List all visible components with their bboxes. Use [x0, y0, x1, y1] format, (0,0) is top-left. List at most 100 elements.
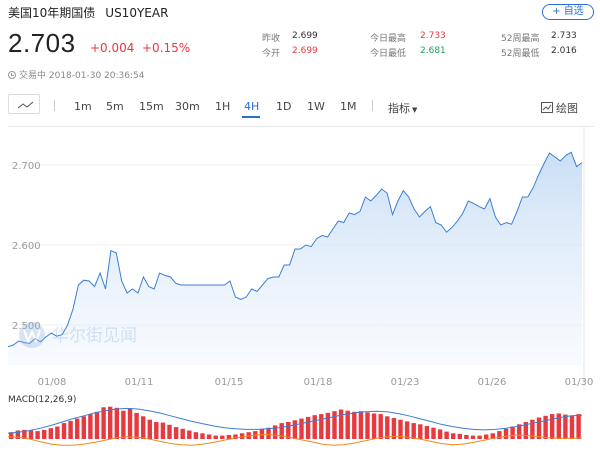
macd-bar [180, 428, 185, 439]
macd-bar [378, 414, 383, 439]
macd-bar [345, 410, 350, 439]
indicator-dropdown[interactable]: 指标 ▼ [388, 100, 417, 116]
macd-bar [160, 422, 166, 439]
x-tick-label: 01/18 [304, 377, 333, 388]
x-tick-label: 01/30 [565, 377, 594, 388]
macd-bar [259, 429, 265, 439]
macd-bar [206, 434, 212, 439]
toolbar-divider [54, 100, 55, 111]
watermark-text: 华尔街见闻 [52, 326, 137, 346]
macd-bar [61, 423, 67, 439]
chart-toolbar: 1m 5m 15m 30m 1H 4H 1D 1W 1M 指标 ▼ 绘图 [8, 94, 592, 118]
price-change-percent: +0.15% [142, 41, 191, 55]
macd-bar [325, 412, 331, 439]
period-4h[interactable]: 4H [244, 100, 259, 113]
macd-bar [147, 419, 152, 439]
macd-bar [187, 430, 192, 439]
price-change: +0.004 [90, 41, 135, 55]
macd-bar [437, 429, 443, 439]
y-tick-label: 2.700 [12, 161, 41, 172]
period-15m[interactable]: 15m [139, 100, 164, 113]
macd-bar [352, 411, 357, 439]
macd-bar [48, 428, 53, 439]
macd-bar [536, 417, 542, 439]
macd-bar [444, 431, 449, 439]
watermark-logo-icon [19, 322, 45, 348]
macd-bar [464, 435, 469, 439]
macd-bar [114, 407, 119, 439]
macd-bar [477, 435, 482, 439]
instrument-title: 美国10年期国债 US10YEAR [8, 4, 168, 21]
draw-button[interactable]: 绘图 [541, 100, 578, 116]
macd-bar [292, 420, 298, 439]
x-tick-label: 01/08 [38, 377, 67, 388]
macd-bar [411, 423, 416, 439]
macd-bar [154, 422, 159, 439]
macd-bar [266, 427, 271, 439]
macd-bar [35, 431, 40, 439]
macd-bar [418, 424, 423, 439]
trading-status: 交易中 2018-01-30 20:36:54 [8, 68, 144, 81]
period-1d[interactable]: 1D [276, 100, 291, 113]
period-1m[interactable]: 1m [74, 100, 92, 113]
y-tick-label: 2.600 [12, 241, 41, 252]
stat-day-low: 今日最低 2.681 [370, 46, 446, 59]
macd-bar [365, 412, 370, 439]
x-tick-label: 01/26 [478, 377, 507, 388]
line-chart-icon [17, 101, 34, 109]
macd-bar [470, 435, 476, 439]
x-tick-label: 01/11 [125, 377, 154, 388]
stat-prev-close: 昨收 2.699 [262, 31, 318, 44]
period-1w[interactable]: 1W [307, 100, 325, 113]
period-1mo[interactable]: 1M [340, 100, 357, 113]
macd-bar [213, 435, 218, 439]
macd-bar [569, 415, 575, 439]
macd-bar [563, 414, 568, 439]
macd-bar [121, 410, 126, 439]
chart-canvas[interactable]: 2.7002.6002.500华尔街见闻01/0801/1101/1501/18… [7, 127, 594, 456]
macd-bar [576, 414, 581, 439]
macd-bar [75, 418, 80, 439]
macd-bar [94, 411, 100, 439]
drawing-icon [541, 102, 553, 113]
macd-bar [550, 414, 555, 439]
macd-bar [510, 426, 515, 439]
macd-bar [173, 427, 179, 439]
macd-bar [358, 411, 364, 439]
x-tick-label: 01/15 [215, 377, 244, 388]
macd-label: MACD(12,26,9) [8, 395, 76, 405]
period-30m[interactable]: 30m [175, 100, 200, 113]
stat-day-high: 今日最高 2.733 [370, 31, 446, 44]
macd-bar [28, 430, 34, 439]
macd-bar [451, 433, 456, 439]
price-chart[interactable]: 2.7002.6002.500华尔街见闻01/0801/1101/1501/18… [7, 126, 594, 456]
macd-bar [81, 416, 86, 439]
trading-status-text: 交易中 2018-01-30 20:36:54 [19, 71, 145, 81]
period-5m[interactable]: 5m [106, 100, 124, 113]
chart-type-button[interactable] [8, 94, 40, 114]
macd-bar [457, 433, 462, 439]
macd-bar [385, 416, 390, 439]
macd-bar [371, 413, 377, 439]
macd-bar [431, 427, 436, 439]
macd-bar [193, 432, 199, 439]
last-price: 2.703 [8, 28, 76, 58]
macd-bar [338, 409, 344, 439]
macd-bar [220, 435, 225, 439]
macd-bar [42, 429, 47, 439]
watermark-logo: 华尔街见闻 [19, 322, 137, 348]
macd-bar [226, 435, 232, 439]
macd-bar [299, 418, 304, 439]
macd-bar [503, 428, 509, 439]
macd-bar [332, 411, 337, 439]
caret-down-icon: ▼ [412, 106, 418, 114]
macd-bar [134, 412, 139, 439]
macd-bar [127, 408, 133, 439]
add-watchlist-button[interactable]: + 自选 [542, 4, 594, 20]
macd-bar [200, 433, 205, 439]
clock-icon [8, 71, 16, 79]
period-1h[interactable]: 1H [215, 100, 230, 113]
toolbar-divider [372, 100, 373, 111]
macd-bar [141, 416, 146, 439]
macd-bar [404, 421, 410, 439]
